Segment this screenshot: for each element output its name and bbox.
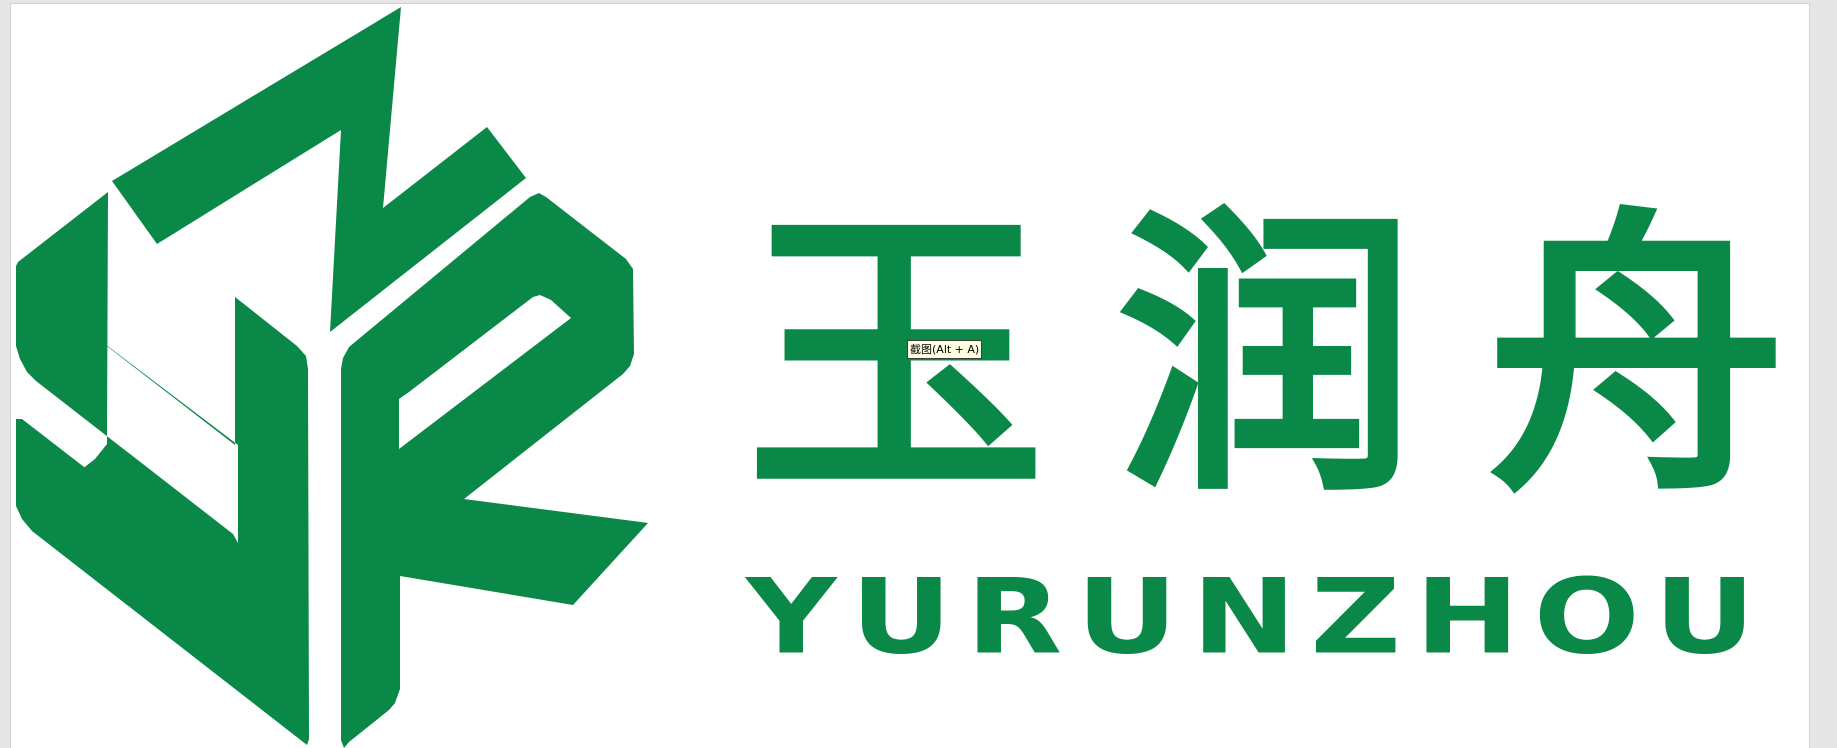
brand-name-chinese: 玉润舟 xyxy=(746,184,1810,533)
image-canvas: 玉润舟 YURUNZHOU 截图(Alt + A) xyxy=(10,3,1810,748)
brand-name-english: YURUNZHOU xyxy=(746,557,1770,678)
screenshot-tooltip: 截图(Alt + A) xyxy=(907,340,983,359)
